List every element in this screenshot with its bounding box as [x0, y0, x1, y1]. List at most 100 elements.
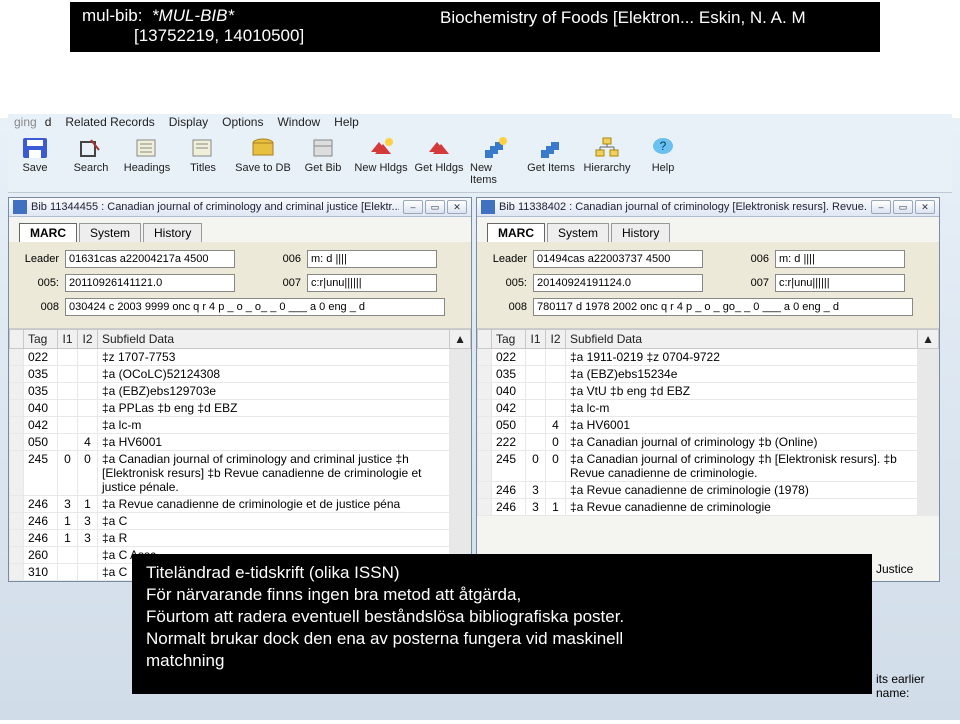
help-button[interactable]: ? Help	[638, 134, 688, 186]
table-row[interactable]: 042‡a lc-m	[10, 417, 471, 434]
f005-input[interactable]	[65, 274, 235, 292]
new-items-icon	[479, 134, 511, 162]
f006-input[interactable]	[307, 250, 437, 268]
f007-input[interactable]	[775, 274, 905, 292]
close-button[interactable]: ✕	[915, 200, 935, 214]
menu-item[interactable]: Options	[222, 115, 263, 129]
table-row[interactable]: 0504‡a HV6001	[478, 417, 939, 434]
table-row[interactable]: 042‡a lc-m	[478, 400, 939, 417]
table-row[interactable]: 24631‡a Revue canadienne de criminologie	[478, 499, 939, 516]
partial-text-earlier: its earlier name:	[876, 672, 960, 700]
tab-marc[interactable]: MARC	[19, 223, 77, 242]
window-titlebar[interactable]: Bib 11344455 : Canadian journal of crimi…	[9, 198, 471, 217]
menu-item[interactable]: Window	[277, 115, 320, 129]
table-row[interactable]: 035‡a (OCoLC)52124308	[10, 366, 471, 383]
table-row[interactable]: 0504‡a HV6001	[10, 434, 471, 451]
headings-button[interactable]: Headings	[122, 134, 172, 186]
toolbar: Save Search Headings Titles Save to DB G	[8, 130, 952, 193]
col-i2[interactable]: I2	[78, 330, 98, 349]
f008-label: 008	[19, 301, 59, 313]
menu-item[interactable]: d	[45, 115, 52, 129]
header-ids: [13752219, 14010500]	[134, 26, 868, 46]
menu-item: ging	[14, 115, 37, 129]
slide-header-bar: mul-bib: *MUL-BIB* Biochemistry of Foods…	[70, 2, 880, 52]
col-subfield[interactable]: Subfield Data	[98, 330, 450, 349]
maximize-button[interactable]: ▭	[425, 200, 445, 214]
tab-history[interactable]: History	[611, 223, 670, 242]
scrollbar-up[interactable]: ▲	[450, 330, 471, 349]
f008-input[interactable]	[65, 298, 445, 316]
f006-label: 006	[241, 253, 301, 265]
marc-grid: Tag I1 I2 Subfield Data ▲ 022‡z 1707-775…	[9, 329, 471, 581]
menu-item[interactable]: Related Records	[65, 115, 154, 129]
col-tag[interactable]: Tag	[492, 330, 526, 349]
table-row[interactable]: 040‡a PPLas ‡b eng ‡d EBZ	[10, 400, 471, 417]
table-row[interactable]: 24631‡a Revue canadienne de criminologie…	[10, 496, 471, 513]
table-row[interactable]: 022‡z 1707-7753	[10, 349, 471, 366]
mulbib-value: *MUL-BIB*	[152, 6, 234, 25]
hierarchy-button[interactable]: Hierarchy	[582, 134, 632, 186]
scrollbar-up[interactable]: ▲	[918, 330, 939, 349]
table-row[interactable]: 022‡a 1911-0219 ‡z 0704-9722	[478, 349, 939, 366]
f007-label: 007	[241, 277, 301, 289]
search-button[interactable]: Search	[66, 134, 116, 186]
table-row[interactable]: 035‡a (EBZ)ebs129703e	[10, 383, 471, 400]
slide-caption-overlay: Titeländrad e-tidskrift (olika ISSN) För…	[132, 554, 872, 694]
titles-button[interactable]: Titles	[178, 134, 228, 186]
f005-label: 005:	[19, 277, 59, 289]
window-title: Bib 11338402 : Canadian journal of crimi…	[499, 201, 867, 213]
table-row[interactable]: 040‡a VtU ‡b eng ‡d EBZ	[478, 383, 939, 400]
save-button[interactable]: Save	[10, 134, 60, 186]
table-row[interactable]: 24500‡a Canadian journal of criminology …	[10, 451, 471, 496]
minimize-button[interactable]: –	[403, 200, 423, 214]
menu-item[interactable]: Help	[334, 115, 359, 129]
f007-input[interactable]	[307, 274, 437, 292]
hierarchy-icon	[591, 134, 623, 162]
maximize-button[interactable]: ▭	[893, 200, 913, 214]
caption-line: Föurtom att radera eventuell beståndslös…	[146, 606, 858, 628]
f006-label: 006	[709, 253, 769, 265]
get-items-icon	[535, 134, 567, 162]
search-icon	[75, 134, 107, 162]
get-hldgs-button[interactable]: Get Hldgs	[414, 134, 464, 186]
get-bib-button[interactable]: Get Bib	[298, 134, 348, 186]
menu-item[interactable]: Display	[169, 115, 208, 129]
table-row[interactable]: 2220‡a Canadian journal of criminology ‡…	[478, 434, 939, 451]
f008-input[interactable]	[533, 298, 913, 316]
caption-line: Titeländrad e-tidskrift (olika ISSN)	[146, 562, 858, 584]
col-tag[interactable]: Tag	[24, 330, 58, 349]
table-row[interactable]: 24500‡a Canadian journal of criminology …	[478, 451, 939, 482]
close-button[interactable]: ✕	[447, 200, 467, 214]
leader-label: Leader	[487, 253, 527, 265]
tab-history[interactable]: History	[143, 223, 202, 242]
tab-marc[interactable]: MARC	[487, 223, 545, 242]
get-items-button[interactable]: Get Items	[526, 134, 576, 186]
save-to-db-button[interactable]: Save to DB	[234, 134, 292, 186]
record-tabs: MARC System History	[477, 217, 939, 242]
tab-system[interactable]: System	[79, 223, 141, 242]
bib-window-right: Bib 11338402 : Canadian journal of crimi…	[476, 197, 940, 582]
f006-input[interactable]	[775, 250, 905, 268]
marc-grid: Tag I1 I2 Subfield Data ▲ 022‡a 1911-021…	[477, 329, 939, 516]
window-icon	[13, 200, 27, 214]
leader-input[interactable]	[533, 250, 703, 268]
table-row[interactable]: 24613‡a R	[10, 530, 471, 547]
new-items-button[interactable]: New Items	[470, 134, 520, 186]
table-row[interactable]: 2463‡a Revue canadienne de criminologie …	[478, 482, 939, 499]
get-bib-icon	[307, 134, 339, 162]
window-title: Bib 11344455 : Canadian journal of crimi…	[31, 201, 399, 213]
table-row[interactable]: 035‡a (EBZ)ebs15234e	[478, 366, 939, 383]
window-titlebar[interactable]: Bib 11338402 : Canadian journal of crimi…	[477, 198, 939, 217]
f005-input[interactable]	[533, 274, 703, 292]
new-hldgs-button[interactable]: New Hldgs	[354, 134, 408, 186]
mulbib-label: mul-bib:	[82, 6, 142, 25]
col-i2[interactable]: I2	[546, 330, 566, 349]
col-i1[interactable]: I1	[58, 330, 78, 349]
tab-system[interactable]: System	[547, 223, 609, 242]
leader-input[interactable]	[65, 250, 235, 268]
col-subfield[interactable]: Subfield Data	[566, 330, 918, 349]
col-i1[interactable]: I1	[526, 330, 546, 349]
table-row[interactable]: 24613‡a C	[10, 513, 471, 530]
new-hldgs-icon	[365, 134, 397, 162]
minimize-button[interactable]: –	[871, 200, 891, 214]
